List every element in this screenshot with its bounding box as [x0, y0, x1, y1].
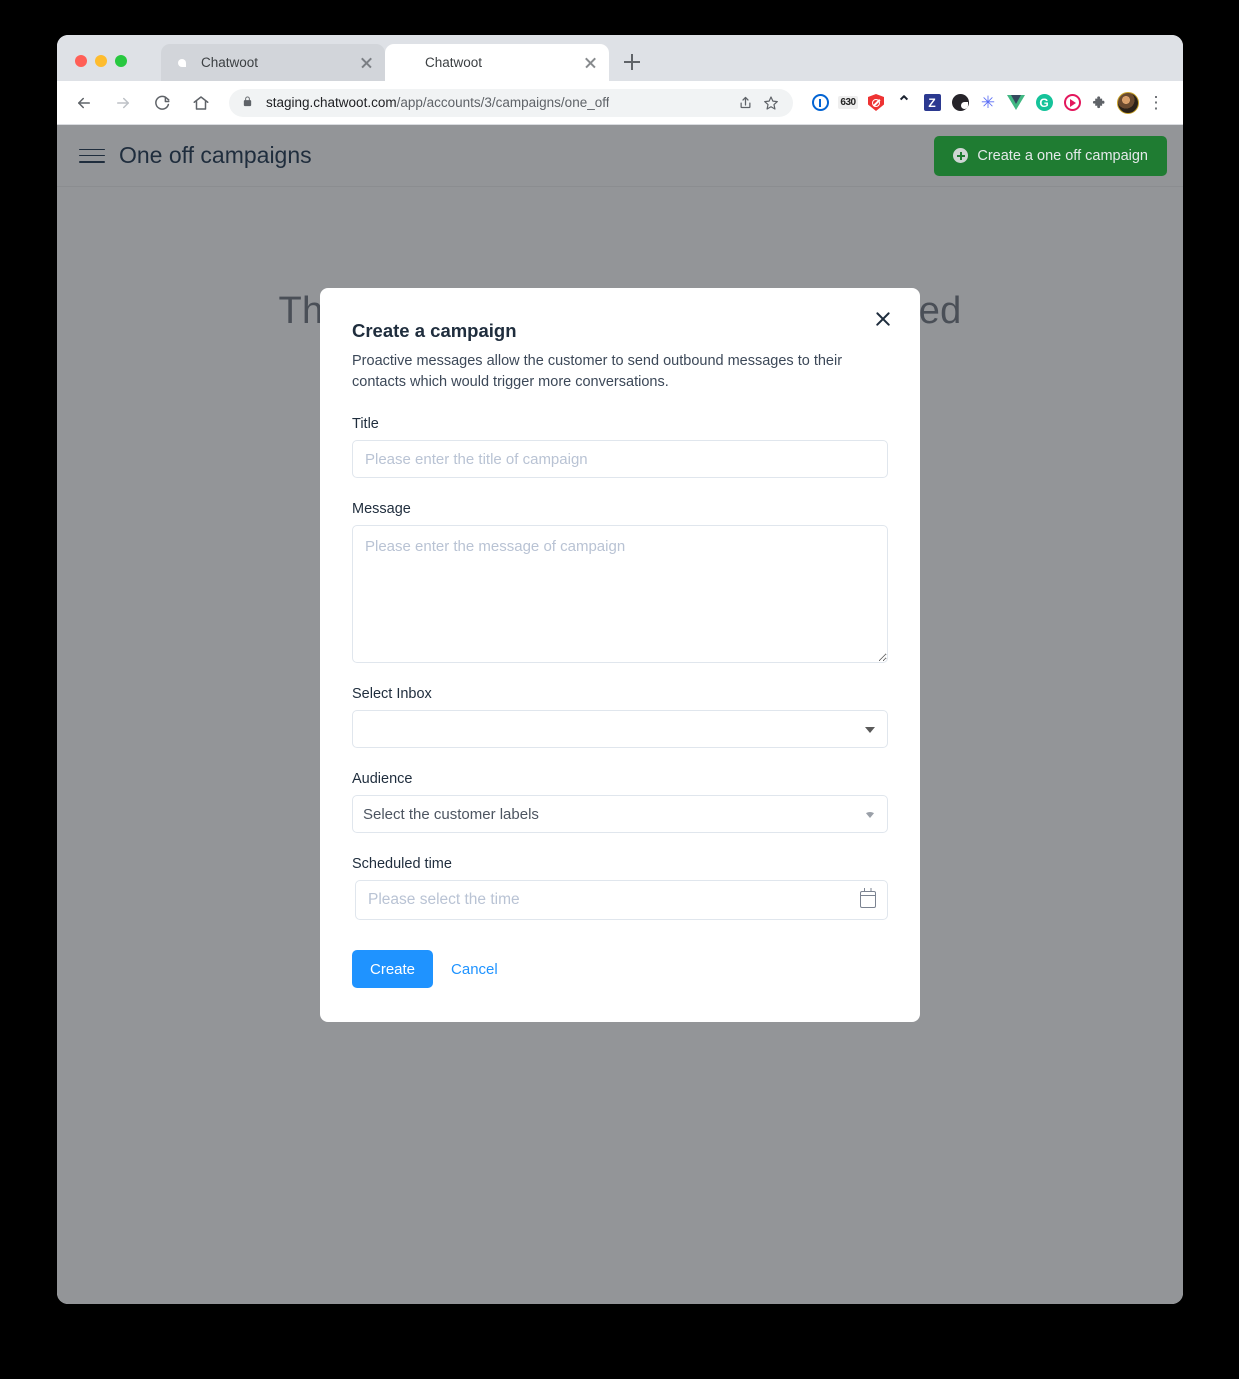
browser-window: Chatwoot Chatwoot staging.chatwoot.com/a… — [57, 35, 1183, 1304]
field-title: Title — [352, 416, 888, 479]
play-circle-icon[interactable] — [1059, 90, 1085, 116]
select-inbox-dropdown[interactable] — [352, 710, 888, 749]
browser-tab-2-title: Chatwoot — [425, 55, 483, 70]
reload-button[interactable] — [147, 88, 177, 118]
vue-devtools-icon[interactable] — [1003, 90, 1029, 116]
grammarly-icon[interactable]: G — [1031, 90, 1057, 116]
field-scheduled-time-label: Scheduled time — [352, 856, 452, 873]
field-message: Message — [352, 501, 888, 664]
extension-icons: 630 ⌃ Z ✳ G ⋮ — [807, 90, 1169, 116]
browser-tab-2[interactable]: Chatwoot — [385, 44, 609, 81]
go-links-icon[interactable]: 630 — [835, 90, 861, 116]
puzzle-extensions-icon[interactable] — [1087, 90, 1113, 116]
window-traffic-lights — [75, 55, 127, 67]
back-button[interactable] — [69, 88, 99, 118]
url-domain: staging.chatwoot.com — [266, 95, 397, 110]
browser-tab-1-close-icon[interactable] — [358, 54, 375, 71]
omnibox-actions — [733, 91, 783, 115]
page-content: One off campaigns Create a one off campa… — [57, 125, 1183, 1304]
field-audience: Audience Select the customer labels — [352, 771, 888, 834]
new-tab-button[interactable] — [617, 47, 647, 77]
modal-description: Proactive messages allow the customer to… — [352, 353, 843, 391]
field-scheduled-time: Scheduled time — [352, 856, 888, 921]
modal-title: Create a campaign — [352, 320, 517, 341]
browser-tabstrip: Chatwoot Chatwoot — [57, 35, 1183, 81]
browser-toolbar: staging.chatwoot.com/app/accounts/3/camp… — [57, 81, 1183, 125]
url-path: /app/accounts/3/campaigns/one_off — [396, 95, 610, 110]
zotero-icon[interactable]: Z — [919, 90, 945, 116]
campaign-title-input[interactable] — [352, 440, 888, 479]
1password-icon[interactable] — [807, 90, 833, 116]
home-button[interactable] — [186, 88, 216, 118]
page-title: One off campaigns — [119, 142, 312, 168]
caret-up-icon[interactable]: ⌃ — [891, 90, 917, 116]
close-icon[interactable] — [868, 304, 898, 334]
address-bar-url: staging.chatwoot.com/app/accounts/3/camp… — [266, 95, 609, 110]
browser-menu-icon[interactable]: ⋮ — [1143, 90, 1169, 116]
create-one-off-campaign-label: Create a one off campaign — [977, 147, 1148, 164]
campaign-message-textarea[interactable] — [352, 525, 888, 664]
lock-icon — [242, 95, 254, 111]
shield-blocker-icon[interactable] — [863, 90, 889, 116]
profile-avatar[interactable] — [1115, 90, 1141, 116]
create-one-off-campaign-button[interactable]: Create a one off campaign — [934, 135, 1167, 176]
field-audience-label: Audience — [352, 771, 413, 788]
app-header: One off campaigns Create a one off campa… — [57, 125, 1183, 187]
chatwoot-logo-icon — [398, 55, 414, 71]
calendar-icon[interactable] — [859, 887, 876, 909]
audience-labels-dropdown[interactable]: Select the customer labels — [352, 795, 888, 834]
browser-tab-1[interactable]: Chatwoot — [161, 44, 385, 81]
close-window-button[interactable] — [75, 55, 87, 67]
create-campaign-modal: Create a campaign Proactive messages all… — [320, 288, 920, 1023]
field-inbox: Select Inbox — [352, 686, 888, 749]
hamburger-menu-icon[interactable] — [79, 146, 105, 166]
address-bar[interactable]: staging.chatwoot.com/app/accounts/3/camp… — [229, 88, 793, 117]
maximize-window-button[interactable] — [115, 55, 127, 67]
modal-actions: Create Cancel — [352, 950, 888, 989]
field-title-label: Title — [352, 416, 379, 433]
scheduled-time-input[interactable] — [355, 880, 888, 921]
browser-tab-2-close-icon[interactable] — [582, 54, 599, 71]
share-icon[interactable] — [733, 91, 757, 115]
asterisk-icon[interactable]: ✳ — [975, 90, 1001, 116]
create-button[interactable]: Create — [352, 950, 434, 989]
browser-tab-1-title: Chatwoot — [201, 55, 259, 70]
bookmark-star-icon[interactable] — [759, 91, 783, 115]
dark-circle-icon[interactable] — [947, 90, 973, 116]
field-message-label: Message — [352, 501, 411, 518]
plus-circle-icon — [953, 148, 969, 163]
cancel-button[interactable]: Cancel — [443, 950, 506, 988]
forward-button[interactable] — [108, 88, 138, 118]
tab-list: Chatwoot Chatwoot — [161, 35, 609, 81]
minimize-window-button[interactable] — [95, 55, 107, 67]
chatwoot-logo-icon — [174, 55, 190, 71]
field-inbox-label: Select Inbox — [352, 686, 432, 703]
